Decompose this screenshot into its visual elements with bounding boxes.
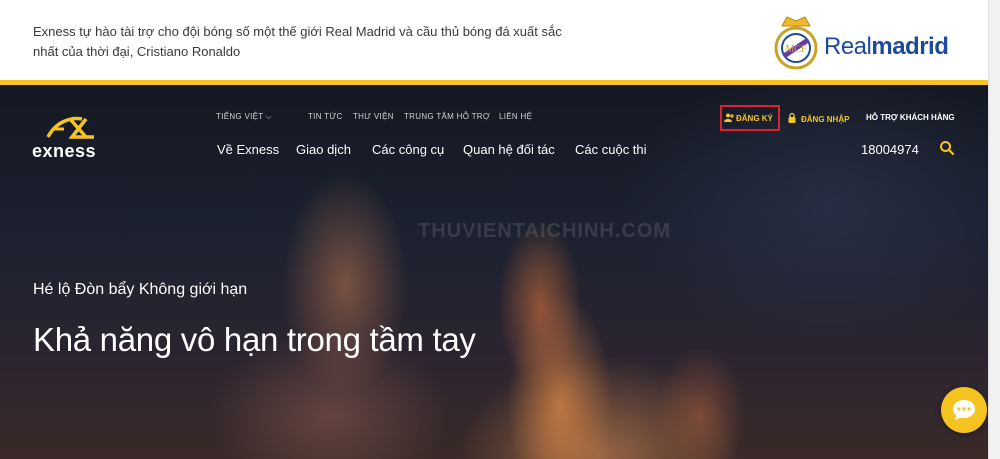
- hero-subtitle: Hé lộ Đòn bẩy Không giới hạn: [33, 281, 248, 298]
- hero-title: Khả năng vô hạn trong tầm tay: [33, 321, 476, 358]
- sponsor-text: Exness tự hào tài trợ cho đội bóng số mộ…: [33, 24, 562, 59]
- lock-icon: [788, 112, 796, 123]
- search-icon[interactable]: [939, 140, 955, 156]
- real-madrid-logo[interactable]: Realmadrid: [824, 33, 949, 61]
- login-link[interactable]: ĐĂNG NHẬP: [788, 112, 849, 124]
- watermark: THUVIENTAICHINH.COM: [418, 220, 672, 242]
- sponsor-bar: Exness tự hào tài trợ cho đội bóng số mộ…: [0, 0, 988, 80]
- top-link-library[interactable]: THƯ VIỆN: [353, 112, 394, 121]
- hero-section: exness TIẾNG VIỆT ⌵ TIN TỨC THƯ VIỆN TRUN…: [0, 85, 988, 459]
- register-link[interactable]: ĐĂNG KÝ: [724, 113, 773, 123]
- nav-trading[interactable]: Giao dịch: [296, 142, 351, 157]
- language-selector[interactable]: TIẾNG VIỆT ⌵: [216, 112, 272, 122]
- top-link-help-center[interactable]: TRUNG TÂM HỖ TRỢ: [404, 112, 490, 121]
- nav-about-exness[interactable]: Về Exness: [217, 142, 279, 157]
- nav-contests[interactable]: Các cuộc thi: [575, 142, 647, 157]
- real-madrid-crest-icon[interactable]: MCF: [773, 12, 819, 70]
- phone-number[interactable]: 18004974: [861, 142, 919, 157]
- chevron-down-icon: ⌵: [265, 112, 272, 121]
- nav-tools[interactable]: Các công cụ: [372, 142, 444, 157]
- scrollbar[interactable]: [988, 0, 1000, 459]
- customer-support-link[interactable]: HỖ TRỢ KHÁCH HÀNG: [866, 113, 955, 122]
- exness-logo-icon: [46, 116, 94, 139]
- exness-logo[interactable]: exness: [32, 115, 116, 163]
- user-plus-icon: [724, 113, 734, 122]
- top-link-news[interactable]: TIN TỨC: [308, 112, 343, 121]
- chat-icon: [953, 400, 975, 420]
- brand-name: exness: [32, 141, 97, 161]
- top-link-contact[interactable]: LIÊN HỆ: [499, 112, 532, 121]
- svg-text:MCF: MCF: [785, 44, 807, 55]
- chat-button[interactable]: [941, 387, 987, 433]
- nav-partnership[interactable]: Quan hệ đối tác: [463, 142, 555, 157]
